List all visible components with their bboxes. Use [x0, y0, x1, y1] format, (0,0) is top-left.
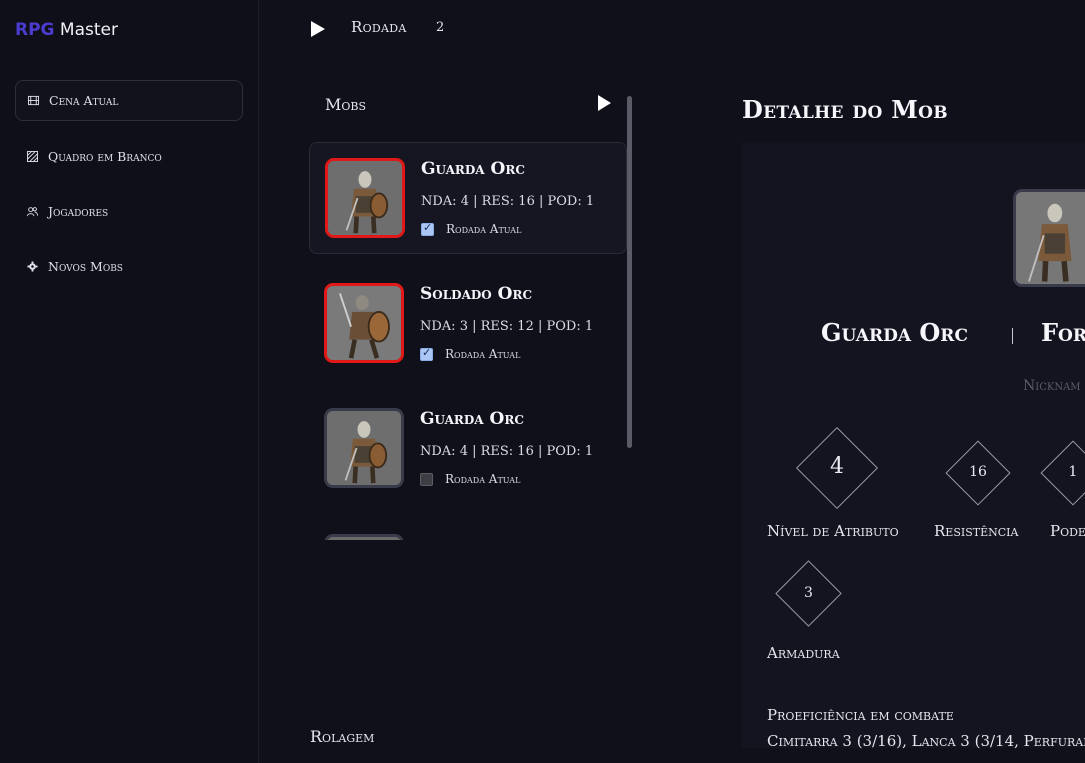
sidebar-item-label: Jogadores	[48, 204, 109, 219]
round-label: Rodada	[351, 18, 407, 36]
sidebar-item-novos-mobs[interactable]: Novos Mobs	[15, 246, 243, 287]
sidebar-item-cena-atual[interactable]: Cena Atual	[15, 80, 243, 121]
mob-list: Guarda Orc NDA: 4 | RES: 16 | POD: 1 Rod…	[309, 142, 627, 540]
play-icon	[598, 95, 611, 111]
mob-card[interactable]	[309, 519, 627, 540]
stat-label: Resistência	[934, 522, 1019, 540]
film-icon	[27, 95, 39, 107]
mob-portrait	[324, 408, 404, 488]
sidebar-item-quadro-em-branco[interactable]: Quadro em Branco	[15, 136, 243, 177]
stat-label: Nível de Atributo	[767, 522, 899, 540]
current-round-label: Rodada Atual	[446, 222, 522, 236]
mob-card[interactable]: Guarda Orc NDA: 4 | RES: 16 | POD: 1 Rod…	[309, 142, 627, 254]
users-icon	[26, 206, 38, 218]
play-mobs-button[interactable]	[596, 95, 612, 111]
mob-stats: NDA: 4 | RES: 16 | POD: 1	[420, 444, 594, 459]
detail-portrait	[1013, 189, 1085, 287]
play-icon	[311, 21, 325, 37]
nickname: Nicknam	[1023, 378, 1081, 394]
mob-portrait	[324, 534, 404, 540]
sidebar: RPG Master Cena Atual Quadro em Branco J…	[0, 0, 259, 763]
sidebar-item-label: Novos Mobs	[48, 259, 123, 274]
combat-proficiency-title: Proeficiência em combate	[767, 706, 954, 724]
sidebar-item-label: Quadro em Branco	[48, 149, 162, 164]
current-round-checkbox[interactable]	[421, 221, 434, 236]
mob-card[interactable]: Guarda Orc NDA: 4 | RES: 16 | POD: 1 Rod…	[309, 393, 627, 505]
mob-name: Guarda Orc	[421, 159, 525, 179]
roll-title: Rolagem	[310, 727, 375, 746]
stat-label: Armadura	[767, 644, 840, 662]
app-logo[interactable]: RPG Master	[15, 20, 118, 40]
sidebar-item-jogadores[interactable]: Jogadores	[15, 191, 243, 232]
mob-portrait	[325, 158, 405, 238]
mob-stats: NDA: 4 | RES: 16 | POD: 1	[421, 194, 595, 209]
stat-value: 16	[969, 464, 987, 480]
mob-card[interactable]: Soldado Orc NDA: 3 | RES: 12 | POD: 1 Ro…	[309, 268, 627, 380]
current-round-label: Rodada Atual	[445, 347, 521, 361]
stat-value: 4	[830, 454, 844, 479]
stat-label: Pode	[1050, 522, 1085, 540]
mob-name: Guarda Orc	[420, 409, 524, 429]
mobs-scrollbar[interactable]	[627, 96, 632, 448]
mob-stats: NDA: 3 | RES: 12 | POD: 1	[420, 319, 594, 334]
gear-icon	[26, 261, 38, 273]
current-round-checkbox[interactable]	[420, 346, 433, 361]
current-round-label: Rodada Atual	[445, 472, 521, 486]
play-round-button[interactable]	[309, 20, 327, 38]
combat-proficiency-text: Cimitarra 3 (3/16), Lanca 3 (3/14, Perfu…	[767, 732, 1085, 750]
current-round-checkbox[interactable]	[420, 473, 433, 486]
detail-title: Detalhe do Mob	[742, 95, 948, 124]
mob-name: Soldado Orc	[420, 284, 532, 304]
mob-portrait	[324, 283, 404, 363]
mob-detail-name: Guarda Orc	[821, 318, 968, 347]
mobs-title: Mobs	[325, 95, 367, 114]
sidebar-item-label: Cena Atual	[49, 93, 119, 108]
hatched-square-icon	[26, 151, 38, 163]
stat-value: 3	[804, 585, 813, 601]
logo-accent: RPG	[15, 20, 55, 40]
logo-text: Master	[54, 20, 118, 40]
stat-value: 1	[1068, 464, 1078, 480]
name-divider	[1012, 328, 1013, 344]
round-number: 2	[436, 20, 445, 35]
mob-detail-name-secondary: For	[1041, 318, 1085, 347]
